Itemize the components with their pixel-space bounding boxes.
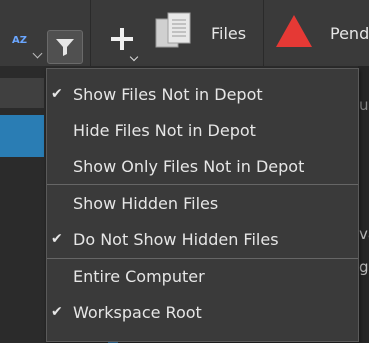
files-tab-label[interactable]: Files xyxy=(211,24,246,43)
menu-item-hide-files-not-in-depot[interactable]: Hide Files Not in Depot xyxy=(47,113,358,149)
toolbar-divider xyxy=(263,0,264,66)
menu-item-label: Do Not Show Hidden Files xyxy=(73,230,279,249)
menu-separator xyxy=(47,184,358,185)
column-header[interactable] xyxy=(0,78,44,108)
background-text: va xyxy=(359,225,369,243)
menu-item-show-hidden-files[interactable]: Show Hidden Files xyxy=(47,186,358,222)
filter-button[interactable] xyxy=(47,30,83,64)
sort-az-icon: AZ xyxy=(12,35,27,46)
add-button[interactable] xyxy=(98,18,142,62)
toolbar-divider xyxy=(90,0,91,66)
background-text: g xyxy=(359,258,369,276)
menu-item-do-not-show-hidden-files[interactable]: ✔ Do Not Show Hidden Files xyxy=(47,222,358,258)
pending-tab-label[interactable]: Pend xyxy=(330,24,369,43)
checkmark-icon: ✔ xyxy=(51,86,63,102)
menu-item-label: Hide Files Not in Depot xyxy=(73,121,256,140)
plus-icon-bar xyxy=(111,37,133,41)
filter-icon xyxy=(56,39,74,56)
menu-item-show-only-files-not-in-depot[interactable]: Show Only Files Not in Depot xyxy=(47,149,358,185)
checkmark-icon: ✔ xyxy=(51,231,63,247)
filter-dropdown-menu: ✔ Show Files Not in Depot Hide Files Not… xyxy=(46,68,359,342)
sort-button[interactable]: AZ xyxy=(6,28,43,64)
pending-warning-icon[interactable] xyxy=(274,13,314,49)
menu-item-workspace-root[interactable]: ✔ Workspace Root xyxy=(47,295,358,331)
menu-item-label: Show Hidden Files xyxy=(73,194,219,213)
menu-item-label: Show Files Not in Depot xyxy=(73,85,263,104)
checkmark-icon: ✔ xyxy=(51,304,63,320)
menu-item-label: Entire Computer xyxy=(73,267,205,286)
menu-item-label: Workspace Root xyxy=(73,303,202,322)
menu-item-entire-computer[interactable]: Entire Computer xyxy=(47,259,358,295)
menu-item-label: Show Only Files Not in Depot xyxy=(73,157,305,176)
selected-tree-row[interactable] xyxy=(0,115,44,157)
menu-item-show-files-not-in-depot[interactable]: ✔ Show Files Not in Depot xyxy=(47,77,358,113)
background-text: u xyxy=(359,96,369,114)
files-icon[interactable] xyxy=(154,11,194,53)
